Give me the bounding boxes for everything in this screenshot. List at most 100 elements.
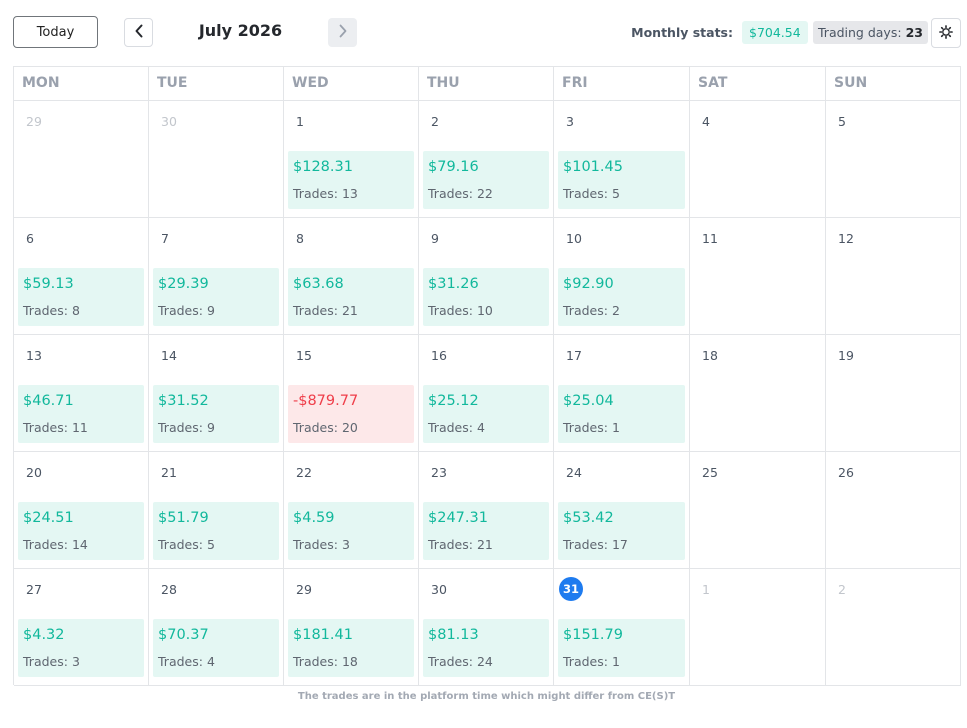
day-number: 3: [566, 114, 574, 129]
day-cell[interactable]: 11: [690, 218, 826, 335]
day-number: 26: [838, 465, 854, 480]
day-cell[interactable]: 23 $247.31 Trades: 21: [419, 452, 554, 569]
weekday-header-mon: MON: [14, 67, 149, 101]
trades-label: Trades:: [563, 186, 608, 201]
day-number: 9: [431, 231, 439, 246]
day-cell[interactable]: 2 $79.16 Trades: 22: [419, 101, 554, 218]
trades-value: 4: [206, 654, 215, 669]
daily-trades-count: Trades: 10: [428, 303, 493, 318]
day-cell[interactable]: 26: [826, 452, 961, 569]
day-cell[interactable]: 1 $128.31 Trades: 13: [284, 101, 419, 218]
previous-month-button[interactable]: [124, 18, 153, 47]
daily-pnl-card[interactable]: $4.32 Trades: 3: [18, 619, 144, 677]
daily-pnl-value: $81.13: [428, 627, 479, 643]
trades-label: Trades:: [428, 303, 473, 318]
day-number: 20: [26, 465, 42, 480]
daily-pnl-value: $46.71: [23, 393, 74, 409]
daily-trades-count: Trades: 4: [158, 654, 215, 669]
day-cell[interactable]: 17 $25.04 Trades: 1: [554, 335, 690, 452]
daily-pnl-value: $4.59: [293, 510, 335, 526]
daily-pnl-card[interactable]: $46.71 Trades: 11: [18, 385, 144, 443]
daily-pnl-card[interactable]: $101.45 Trades: 5: [558, 151, 685, 209]
daily-pnl-card[interactable]: $151.79 Trades: 1: [558, 619, 685, 677]
daily-trades-count: Trades: 21: [428, 537, 493, 552]
daily-pnl-card[interactable]: $63.68 Trades: 21: [288, 268, 414, 326]
day-cell[interactable]: 16 $25.12 Trades: 4: [419, 335, 554, 452]
trading-days-badge: Trading days: 23: [813, 21, 928, 44]
day-cell[interactable]: 13 $46.71 Trades: 11: [14, 335, 149, 452]
trades-label: Trades:: [158, 654, 203, 669]
daily-pnl-value: $92.90: [563, 276, 614, 292]
day-number: 11: [702, 231, 718, 246]
daily-pnl-card[interactable]: $53.42 Trades: 17: [558, 502, 685, 560]
daily-pnl-card[interactable]: $25.04 Trades: 1: [558, 385, 685, 443]
day-cell[interactable]: 6 $59.13 Trades: 8: [14, 218, 149, 335]
day-cell[interactable]: 30 $81.13 Trades: 24: [419, 569, 554, 686]
day-cell[interactable]: 4: [690, 101, 826, 218]
trades-value: 22: [476, 186, 493, 201]
daily-pnl-card[interactable]: $4.59 Trades: 3: [288, 502, 414, 560]
day-cell[interactable]: 31 $151.79 Trades: 1: [554, 569, 690, 686]
daily-pnl-card[interactable]: $31.26 Trades: 10: [423, 268, 549, 326]
daily-trades-count: Trades: 21: [293, 303, 358, 318]
daily-pnl-card[interactable]: $51.79 Trades: 5: [153, 502, 279, 560]
trades-value: 13: [341, 186, 358, 201]
day-cell[interactable]: 15 -$879.77 Trades: 20: [284, 335, 419, 452]
day-cell[interactable]: 1: [690, 569, 826, 686]
settings-button[interactable]: [931, 18, 961, 48]
day-cell[interactable]: 19: [826, 335, 961, 452]
trades-value: 17: [611, 537, 628, 552]
next-month-button[interactable]: [328, 18, 357, 47]
day-cell[interactable]: 5: [826, 101, 961, 218]
week-row: 29 30 1 $128.31 Trades: 13 2 $79.16 Trades: 22 3…: [14, 101, 961, 218]
day-cell[interactable]: 28 $70.37 Trades: 4: [149, 569, 284, 686]
day-cell[interactable]: 22 $4.59 Trades: 3: [284, 452, 419, 569]
weekday-header-row: MON TUE WED THU FRI SAT SUN: [14, 67, 961, 101]
day-cell[interactable]: 21 $51.79 Trades: 5: [149, 452, 284, 569]
day-number: 27: [26, 582, 42, 597]
trading-days-value: 23: [905, 25, 923, 40]
day-cell[interactable]: 20 $24.51 Trades: 14: [14, 452, 149, 569]
day-cell[interactable]: 12: [826, 218, 961, 335]
daily-pnl-value: $181.41: [293, 627, 353, 643]
daily-pnl-card[interactable]: $59.13 Trades: 8: [18, 268, 144, 326]
week-row: 27 $4.32 Trades: 3 28 $70.37 Trades: 4 29 $181.…: [14, 569, 961, 686]
day-cell[interactable]: 30: [149, 101, 284, 218]
day-cell[interactable]: 7 $29.39 Trades: 9: [149, 218, 284, 335]
today-button[interactable]: Today: [13, 16, 98, 48]
daily-trades-count: Trades: 4: [428, 420, 485, 435]
daily-pnl-value: $70.37: [158, 627, 209, 643]
daily-pnl-card[interactable]: $79.16 Trades: 22: [423, 151, 549, 209]
daily-pnl-card[interactable]: $181.41 Trades: 18: [288, 619, 414, 677]
day-cell[interactable]: 8 $63.68 Trades: 21: [284, 218, 419, 335]
day-cell[interactable]: 3 $101.45 Trades: 5: [554, 101, 690, 218]
day-cell[interactable]: 2: [826, 569, 961, 686]
daily-pnl-card[interactable]: $247.31 Trades: 21: [423, 502, 549, 560]
daily-pnl-card[interactable]: $70.37 Trades: 4: [153, 619, 279, 677]
day-cell[interactable]: 25: [690, 452, 826, 569]
day-cell[interactable]: 18: [690, 335, 826, 452]
daily-pnl-card[interactable]: $128.31 Trades: 13: [288, 151, 414, 209]
daily-pnl-card[interactable]: -$879.77 Trades: 20: [288, 385, 414, 443]
daily-pnl-card[interactable]: $25.12 Trades: 4: [423, 385, 549, 443]
daily-pnl-card[interactable]: $24.51 Trades: 14: [18, 502, 144, 560]
daily-pnl-value: $53.42: [563, 510, 614, 526]
daily-pnl-card[interactable]: $31.52 Trades: 9: [153, 385, 279, 443]
daily-pnl-value: $59.13: [23, 276, 74, 292]
day-cell[interactable]: 14 $31.52 Trades: 9: [149, 335, 284, 452]
day-cell[interactable]: 10 $92.90 Trades: 2: [554, 218, 690, 335]
day-cell[interactable]: 29: [14, 101, 149, 218]
daily-pnl-value: $29.39: [158, 276, 209, 292]
day-cell[interactable]: 27 $4.32 Trades: 3: [14, 569, 149, 686]
daily-trades-count: Trades: 3: [293, 537, 350, 552]
daily-trades-count: Trades: 24: [428, 654, 493, 669]
daily-pnl-card[interactable]: $29.39 Trades: 9: [153, 268, 279, 326]
trades-value: 4: [476, 420, 485, 435]
daily-pnl-card[interactable]: $81.13 Trades: 24: [423, 619, 549, 677]
day-cell[interactable]: 9 $31.26 Trades: 10: [419, 218, 554, 335]
trades-value: 3: [341, 537, 350, 552]
day-cell[interactable]: 24 $53.42 Trades: 17: [554, 452, 690, 569]
daily-pnl-value: $79.16: [428, 159, 479, 175]
day-cell[interactable]: 29 $181.41 Trades: 18: [284, 569, 419, 686]
daily-pnl-card[interactable]: $92.90 Trades: 2: [558, 268, 685, 326]
